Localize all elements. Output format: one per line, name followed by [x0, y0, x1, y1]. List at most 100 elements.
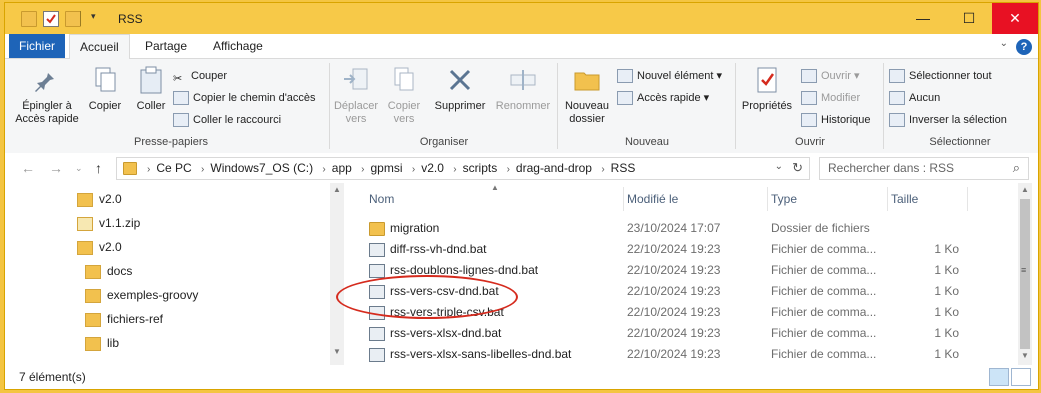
folder-icon	[21, 11, 37, 27]
bat-file-icon	[369, 264, 385, 278]
dropdown-arrow-icon: ▾	[703, 92, 710, 104]
close-button[interactable]: ✕	[992, 3, 1038, 34]
file-size: 1 Ko	[934, 263, 959, 277]
copy-path-button[interactable]: Copier le chemin d'accès	[173, 89, 316, 107]
rename-label: Renommer	[495, 100, 551, 112]
edit-label: Modifier	[821, 92, 861, 104]
tree-item[interactable]: exemples-groovy	[85, 285, 198, 305]
file-row[interactable]: rss-vers-xlsx-dnd.bat 22/10/2024 19:23 F…	[345, 323, 967, 344]
dropdown-arrow-icon: ▾	[854, 70, 860, 82]
file-size: 1 Ko	[934, 326, 959, 340]
paste-button[interactable]: Coller	[131, 65, 171, 113]
tree-item[interactable]: v2.0	[77, 237, 122, 257]
new-folder-icon[interactable]	[65, 11, 81, 27]
cut-button[interactable]: ✂ Couper	[173, 67, 227, 85]
file-type: Fichier de comma...	[771, 305, 877, 319]
breadcrumb-item[interactable]: app	[332, 161, 352, 175]
scroll-down-icon[interactable]: ▼	[333, 347, 341, 356]
tree-item[interactable]: lib	[85, 333, 119, 353]
back-arrow-icon[interactable]: ←	[21, 160, 35, 176]
select-none-label: Aucun	[909, 92, 941, 104]
details-view-icon[interactable]	[989, 368, 1009, 386]
file-row[interactable]: rss-vers-xlsx-sans-libelles-dnd.bat 22/1…	[345, 344, 967, 365]
delete-icon	[445, 65, 475, 95]
address-bar[interactable]: › Ce PC › Windows7_OS (C:) › app › gpmsi › v2…	[116, 157, 810, 180]
pin-quick-access-button[interactable]: Épingler à Accès rapide	[15, 65, 79, 126]
edit-button[interactable]: Modifier	[801, 89, 860, 107]
rename-button[interactable]: Renommer	[493, 65, 553, 113]
column-separator[interactable]	[623, 187, 624, 211]
quick-access-button[interactable]: Accès rapide ▾	[617, 89, 709, 107]
tree-item[interactable]: fichiers-ref	[85, 309, 163, 329]
file-list-scrollbar[interactable]: ▲ ≡ ▼	[1018, 183, 1032, 365]
select-all-button[interactable]: Sélectionner tout	[889, 67, 992, 85]
breadcrumb-item[interactable]: drag-and-drop	[516, 161, 592, 175]
new-folder-icon	[572, 65, 602, 95]
column-header-modified[interactable]: Modifié le	[627, 187, 678, 211]
properties-icon[interactable]	[43, 11, 59, 27]
select-none-icon	[889, 91, 905, 106]
file-row[interactable]: diff-rss-vh-dnd.bat 22/10/2024 19:23 Fic…	[345, 239, 967, 260]
column-header-size[interactable]: Taille	[891, 187, 918, 211]
delete-button[interactable]: Supprimer	[431, 65, 489, 113]
breadcrumb-item[interactable]: v2.0	[421, 161, 444, 175]
open-button[interactable]: Ouvrir ▾	[801, 67, 860, 85]
column-header-name[interactable]: Nom	[369, 187, 394, 211]
title-bar[interactable]: ▾ RSS — ☐ ✕	[5, 3, 1038, 34]
file-type: Fichier de comma...	[771, 263, 877, 277]
select-none-button[interactable]: Aucun	[889, 89, 940, 107]
tree-item[interactable]: v2.0	[77, 189, 122, 209]
minimize-button[interactable]: —	[900, 3, 946, 34]
properties-button[interactable]: Propriétés	[739, 65, 795, 113]
column-separator[interactable]	[967, 187, 968, 211]
tree-scrollbar[interactable]: ▲ ▼	[330, 183, 344, 365]
refresh-icon[interactable]: ↻	[792, 160, 803, 176]
history-button[interactable]: Historique	[801, 111, 871, 129]
new-folder-label-line2: dossier	[569, 113, 605, 125]
breadcrumb-item[interactable]: Windows7_OS (C:)	[210, 161, 313, 175]
tab-partage[interactable]: Partage	[135, 34, 197, 58]
paste-shortcut-button[interactable]: Coller le raccourci	[173, 111, 281, 129]
folder-icon	[85, 312, 101, 327]
forward-arrow-icon[interactable]: →	[49, 160, 63, 176]
collapse-ribbon-icon[interactable]: ⌄	[1000, 38, 1008, 49]
properties-label: Propriétés	[741, 100, 793, 112]
column-separator[interactable]	[767, 187, 768, 211]
tab-affichage[interactable]: Affichage	[203, 34, 273, 58]
scroll-down-icon[interactable]: ▼	[1021, 351, 1029, 360]
breadcrumb-item[interactable]: RSS	[611, 161, 636, 175]
scroll-up-icon[interactable]: ▲	[1021, 185, 1029, 194]
scroll-up-icon[interactable]: ▲	[333, 185, 341, 194]
quick-access-toolbar-dropdown-icon[interactable]: ▾	[91, 11, 105, 25]
tree-item[interactable]: v1.1.zip	[77, 213, 140, 233]
file-row[interactable]: migration 23/10/2024 17:07 Dossier de fi…	[345, 218, 967, 239]
copy-button[interactable]: Copier	[85, 65, 125, 113]
file-date: 23/10/2024 17:07	[627, 221, 721, 235]
maximize-button[interactable]: ☐	[946, 3, 992, 34]
column-header-type[interactable]: Type	[771, 187, 797, 211]
tab-accueil[interactable]: Accueil	[69, 34, 130, 59]
search-input[interactable]: Rechercher dans : RSS ⌕	[819, 157, 1029, 180]
help-icon[interactable]: ?	[1016, 39, 1032, 55]
new-folder-button[interactable]: Nouveau dossier	[561, 65, 613, 126]
invert-selection-button[interactable]: Inverser la sélection	[889, 111, 1007, 129]
folder-icon	[85, 288, 101, 303]
pin-label-line1: Épingler à	[22, 100, 72, 112]
address-dropdown-icon[interactable]: ⌄	[775, 161, 783, 172]
new-item-button[interactable]: Nouvel élément ▾	[617, 67, 722, 85]
copy-to-button[interactable]: Copier vers	[383, 65, 425, 126]
large-icons-view-icon[interactable]	[1011, 368, 1031, 386]
column-separator[interactable]	[887, 187, 888, 211]
file-date: 22/10/2024 19:23	[627, 347, 721, 361]
breadcrumb-item[interactable]: gpmsi	[370, 161, 402, 175]
tree-item[interactable]: docs	[85, 261, 132, 281]
breadcrumb-item[interactable]: Ce PC	[156, 161, 191, 175]
up-arrow-icon[interactable]: ↑	[95, 160, 102, 176]
recent-locations-icon[interactable]: ⌄	[75, 163, 83, 174]
breadcrumb-item[interactable]: scripts	[463, 161, 498, 175]
tab-fichier[interactable]: Fichier	[9, 34, 66, 58]
bat-file-icon	[369, 348, 385, 362]
move-to-button[interactable]: Déplacer vers	[333, 65, 379, 126]
ribbon-tabs: Fichier Accueil Partage Affichage ⌄ ?	[5, 34, 1038, 59]
file-date: 22/10/2024 19:23	[627, 263, 721, 277]
